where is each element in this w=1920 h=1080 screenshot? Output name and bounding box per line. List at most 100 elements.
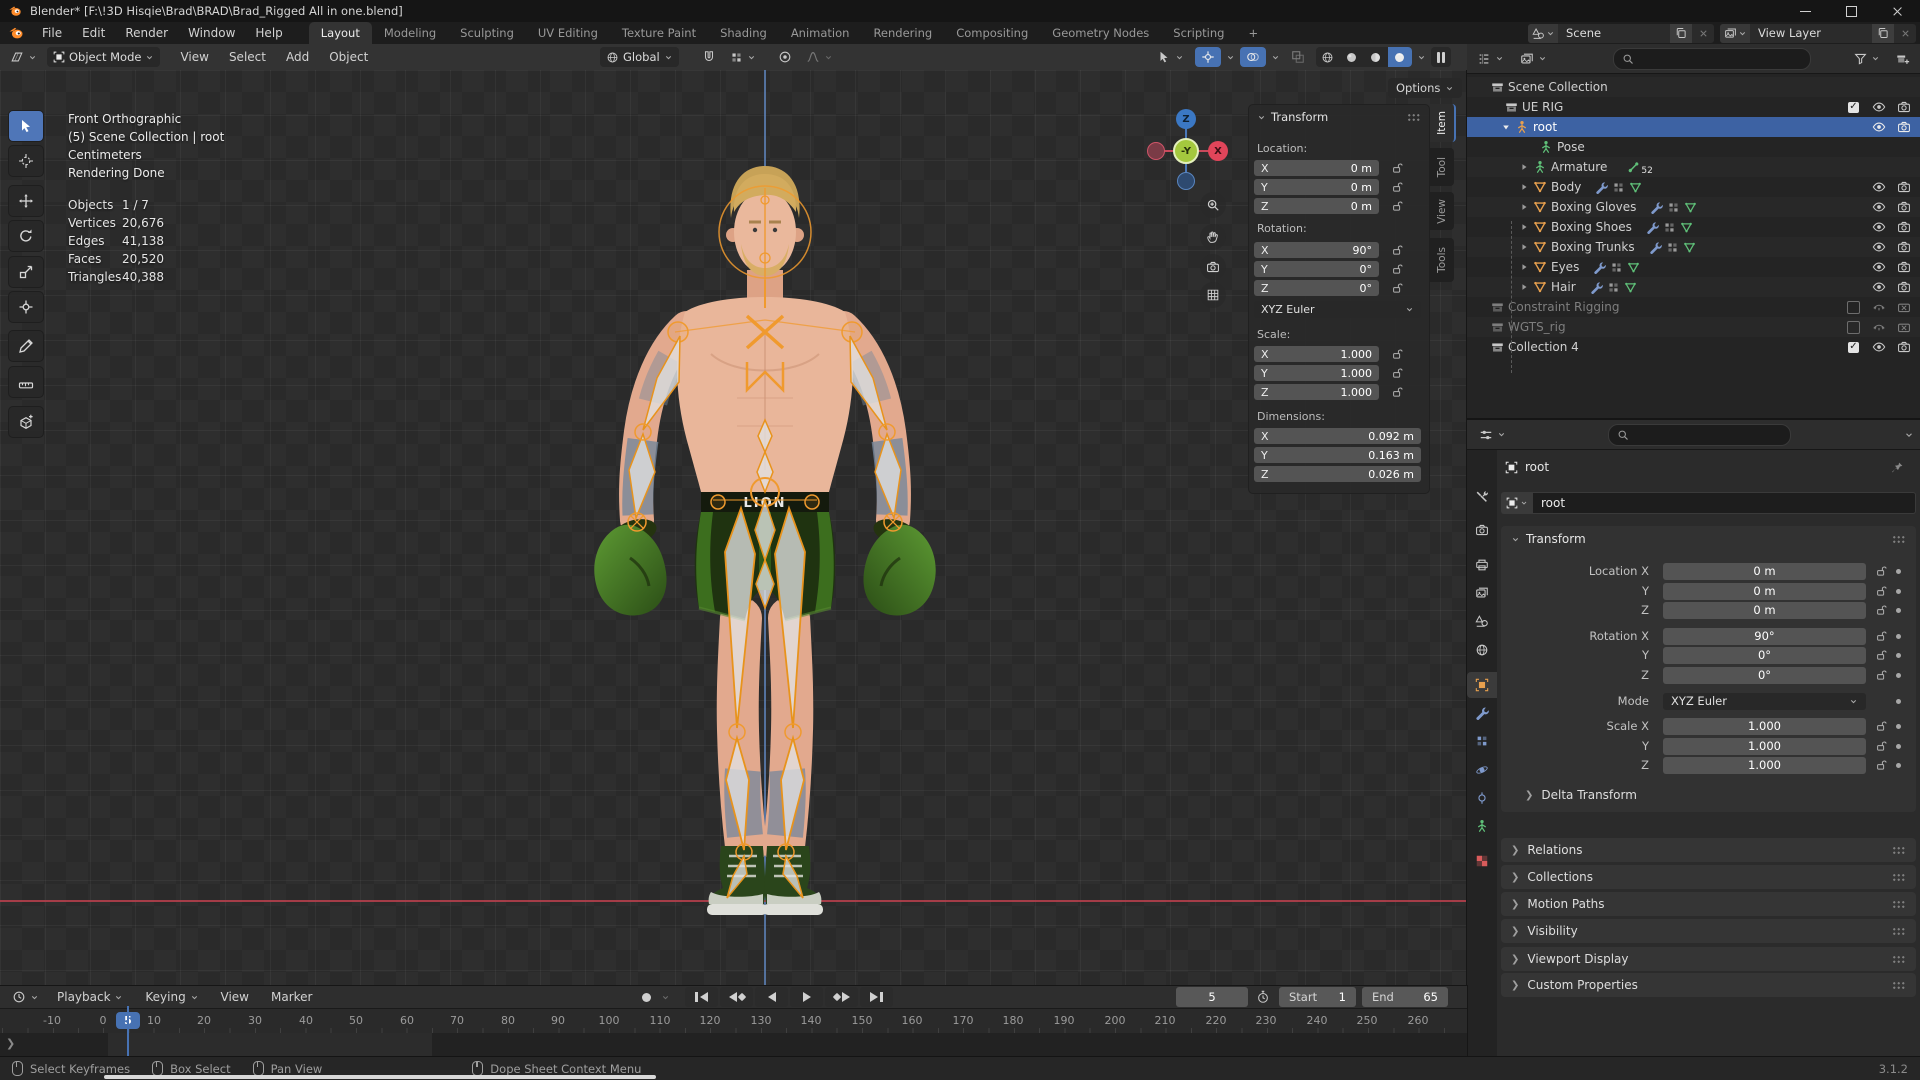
channel-expand-icon[interactable]: ❯ <box>6 1037 15 1050</box>
animate-dot[interactable] <box>1896 589 1901 594</box>
section-motion-paths[interactable]: ❯Motion Paths <box>1501 892 1916 916</box>
render-camera-icon[interactable] <box>1897 100 1911 114</box>
workspace-tab-animation[interactable]: Animation <box>779 22 862 44</box>
prop-scale-y[interactable]: 1.000 <box>1663 738 1866 755</box>
collapse-icon[interactable] <box>1257 113 1266 122</box>
sidebar-tab-tools[interactable]: Tools <box>1430 238 1454 282</box>
tab-world[interactable] <box>1467 637 1497 663</box>
section-delta-transform[interactable]: ❯Delta Transform <box>1501 786 1916 804</box>
prop-scale-x[interactable]: 1.000 <box>1663 718 1866 735</box>
properties-search-input[interactable] <box>1634 428 1753 442</box>
tool-add-cube[interactable] <box>8 406 44 438</box>
lock-icon[interactable] <box>1391 244 1403 256</box>
timeline-editor-type-button[interactable] <box>6 987 45 1007</box>
lock-icon[interactable] <box>1391 367 1403 379</box>
expand-icon[interactable] <box>1519 242 1529 252</box>
expand-icon[interactable] <box>1519 182 1529 192</box>
tab-physics[interactable] <box>1467 757 1497 783</box>
outliner-row-wgts-rig[interactable]: WGTS_rig <box>1467 317 1920 337</box>
shading-rendered-button[interactable] <box>1388 47 1412 67</box>
timeline-menu-playback[interactable]: Playback <box>47 986 133 1008</box>
shading-solid-button[interactable] <box>1340 47 1364 67</box>
drag-handle[interactable] <box>1892 535 1906 544</box>
camera-disabled-icon[interactable] <box>1897 300 1911 314</box>
animate-dot[interactable] <box>1896 699 1901 704</box>
tool-measure[interactable] <box>8 366 44 398</box>
tab-texture[interactable] <box>1467 848 1497 874</box>
sidebar-tab-tool[interactable]: Tool <box>1430 148 1454 186</box>
workspace-tab-scripting[interactable]: Scripting <box>1161 22 1236 44</box>
menu-file[interactable]: File <box>32 22 72 44</box>
render-camera-icon[interactable] <box>1897 180 1911 194</box>
pause-render-button[interactable] <box>1431 47 1452 67</box>
menu-edit[interactable]: Edit <box>72 22 115 44</box>
tab-render[interactable] <box>1467 517 1497 543</box>
snap-toggle[interactable] <box>696 47 722 67</box>
lock-icon[interactable] <box>1875 669 1887 681</box>
close-button[interactable] <box>1874 0 1920 22</box>
collection-checkbox[interactable] <box>1847 321 1860 334</box>
section-relations[interactable]: ❯Relations <box>1501 838 1916 862</box>
expand-icon[interactable] <box>1519 162 1529 172</box>
tab-output[interactable] <box>1467 552 1497 578</box>
location-z-field[interactable]: Z0 m <box>1254 198 1379 214</box>
location-x-field[interactable]: X0 m <box>1254 160 1379 176</box>
hide-eye-icon[interactable] <box>1872 120 1886 134</box>
outliner-row-boxing-trunks[interactable]: Boxing Trunks <box>1467 237 1920 257</box>
transform-orientation-dropdown[interactable]: Global <box>600 47 679 67</box>
snap-target-dropdown[interactable] <box>724 47 762 67</box>
tool-move[interactable] <box>8 185 44 217</box>
minimize-button[interactable] <box>1782 0 1828 22</box>
tool-scale[interactable] <box>8 256 44 288</box>
expand-icon[interactable] <box>1519 262 1529 272</box>
render-camera-icon[interactable] <box>1897 240 1911 254</box>
render-camera-icon[interactable] <box>1897 280 1911 294</box>
lock-icon[interactable] <box>1391 282 1403 294</box>
workspace-tab-modeling[interactable]: Modeling <box>372 22 448 44</box>
drag-handle[interactable] <box>1407 113 1421 122</box>
render-camera-icon[interactable] <box>1897 340 1911 354</box>
outliner-row-scene-collection[interactable]: Scene Collection <box>1467 77 1920 97</box>
gizmo-x-plus[interactable]: X <box>1208 141 1228 161</box>
shading-material-button[interactable] <box>1364 47 1388 67</box>
rotation-z-field[interactable]: Z0° <box>1254 280 1379 296</box>
gizmo-y-minus-center[interactable]: -Y <box>1173 138 1199 164</box>
add-workspace-button[interactable]: + <box>1236 22 1270 44</box>
new-view-layer-button[interactable] <box>1872 24 1894 43</box>
hide-eye-icon[interactable] <box>1872 280 1886 294</box>
animate-dot[interactable] <box>1896 653 1901 658</box>
prop-rotation-y[interactable]: 0° <box>1663 647 1866 664</box>
outliner-search[interactable] <box>1613 48 1811 70</box>
collapse-icon[interactable] <box>1511 535 1520 544</box>
lock-icon[interactable] <box>1875 565 1887 577</box>
prop-rotation-z[interactable]: 0° <box>1663 667 1866 684</box>
drag-handle[interactable] <box>1892 846 1906 855</box>
shading-wireframe-button[interactable] <box>1316 47 1340 67</box>
workspace-tab-layout[interactable]: Layout <box>309 22 372 44</box>
outliner-row-ue-rig[interactable]: UE RIG ✓ <box>1467 97 1920 117</box>
timeline-menu-marker[interactable]: Marker <box>261 986 322 1008</box>
hide-eye-icon[interactable] <box>1872 180 1886 194</box>
workspace-tab-shading[interactable]: Shading <box>708 22 779 44</box>
gizmos-dropdown-chevron[interactable] <box>1226 53 1235 62</box>
playhead-line[interactable] <box>127 1006 129 1057</box>
section-visibility[interactable]: ❯Visibility <box>1501 919 1916 943</box>
hide-eye-icon[interactable] <box>1872 100 1886 114</box>
render-camera-icon[interactable] <box>1897 220 1911 234</box>
eye-closed-icon[interactable] <box>1872 320 1886 334</box>
autokey-dropdown-chevron[interactable] <box>661 993 670 1002</box>
section-custom-properties[interactable]: ❯Custom Properties <box>1501 973 1916 997</box>
lock-icon[interactable] <box>1391 263 1403 275</box>
eye-closed-icon[interactable] <box>1872 300 1886 314</box>
tool-cursor[interactable] <box>8 145 44 177</box>
tool-annotate[interactable] <box>8 330 44 362</box>
menu-window[interactable]: Window <box>178 22 245 44</box>
camera-disabled-icon[interactable] <box>1897 320 1911 334</box>
workspace-tab-compositing[interactable]: Compositing <box>944 22 1040 44</box>
lock-icon[interactable] <box>1875 630 1887 642</box>
outliner-row-constraint-rigging[interactable]: Constraint Rigging <box>1467 297 1920 317</box>
expand-icon[interactable] <box>1519 282 1529 292</box>
viewport-3d[interactable]: LION <box>0 70 1467 985</box>
rotation-mode-dropdown[interactable]: XYZ Euler <box>1663 693 1866 710</box>
outliner-editor-type-button[interactable] <box>1471 49 1510 69</box>
